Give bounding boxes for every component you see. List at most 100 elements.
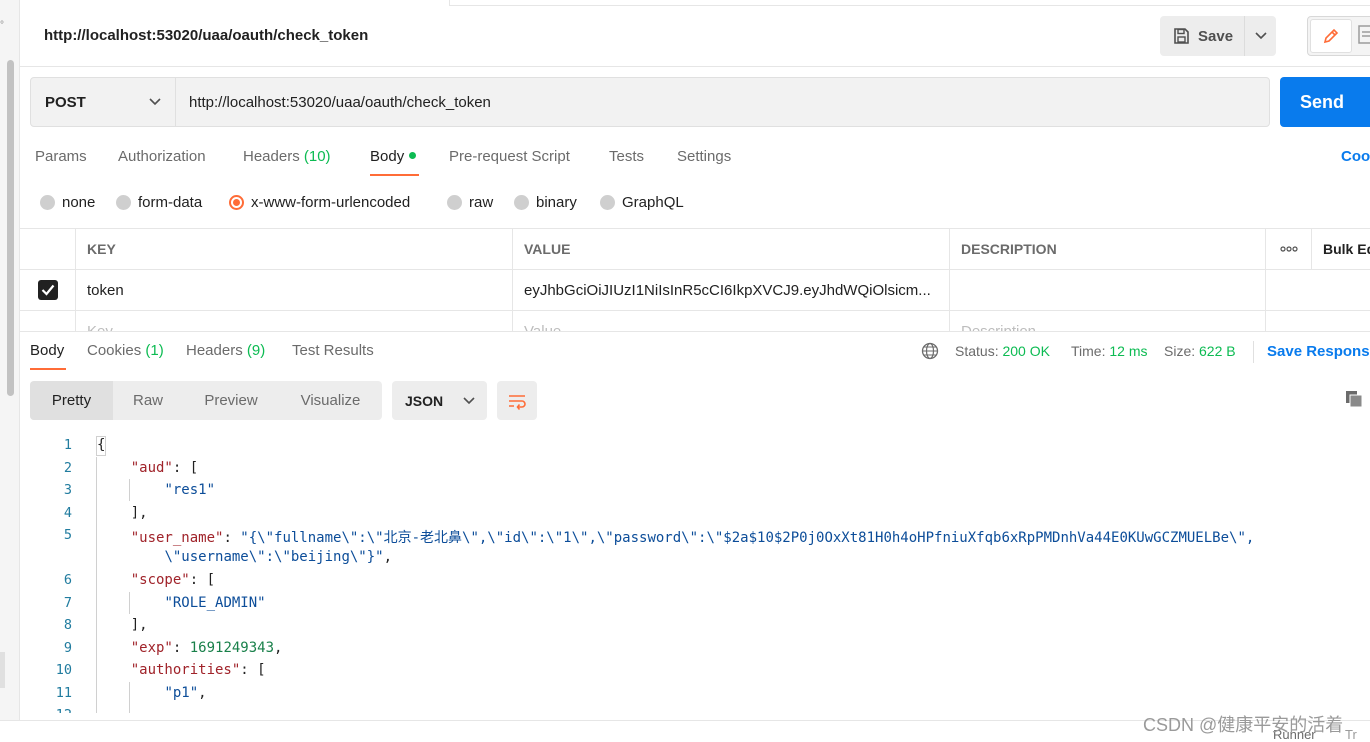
bulk-edit-button[interactable]: Bulk Edit [1312, 229, 1370, 269]
left-sidebar-strip: ° [0, 0, 20, 742]
request-title[interactable]: http://localhost:53020/uaa/oauth/check_t… [44, 27, 368, 44]
watermark: CSDN @健康平安的活着 [1143, 715, 1344, 735]
tab-tests[interactable]: Tests [609, 148, 644, 165]
size-label: Size: [1164, 343, 1196, 359]
code-line: \"username\":\"beijing\"}", [164, 549, 393, 565]
active-request-tab[interactable] [20, 0, 450, 6]
body-type-label: GraphQL [622, 194, 684, 211]
response-tab-headers-count: (9) [246, 342, 266, 359]
response-body-code[interactable]: 1 2 3 4 5 6 7 8 9 10 11 12 { "aud": [ "r… [20, 433, 1370, 713]
param-description[interactable] [950, 270, 1266, 310]
line-number: 7 [63, 595, 72, 611]
size-value: 622 B [1199, 343, 1236, 359]
tab-authorization[interactable]: Authorization [118, 148, 206, 165]
save-button-group: Save [1160, 16, 1276, 56]
json-key: "exp" [130, 640, 173, 656]
body-type-none[interactable]: none [40, 194, 95, 211]
json-string: "p1" [164, 685, 199, 701]
tab-headers-label: Headers [243, 148, 300, 165]
table-row: token eyJhbGciOiJIUzI1NiIsInR5cCI6IkpXVC… [20, 270, 1370, 311]
save-response-button[interactable]: Save Response [1267, 343, 1370, 360]
view-tab-raw[interactable]: Raw [113, 381, 183, 420]
response-tab-headers-label: Headers [186, 342, 243, 359]
copy-icon[interactable] [1345, 390, 1363, 408]
json-brace: { [97, 437, 106, 453]
json-string: "{\"fullname\":\"北京-老北鼻\",\"id\":\"1\",\… [240, 530, 1255, 546]
tab-headers-count: (10) [303, 148, 331, 165]
empty-checkbox-cell [20, 311, 76, 331]
line-number: 3 [63, 482, 72, 498]
body-type-raw[interactable]: raw [447, 194, 493, 211]
wrap-lines-button[interactable] [497, 381, 537, 420]
method-select[interactable]: POST [31, 78, 176, 126]
response-divider[interactable] [20, 331, 1370, 332]
code-line: "user_name": "{\"fullname\":\"北京-老北鼻\",\… [130, 530, 1255, 546]
status-label: Status: [955, 343, 999, 359]
line-number: 5 [63, 527, 72, 543]
sidebar-dot-icon: ° [0, 20, 4, 31]
body-params-table: KEY VALUE DESCRIPTION Bulk Edit token ey… [20, 228, 1370, 331]
param-value[interactable]: eyJhbGciOiJIUzI1NiIsInR5cCI6IkpXVCJ9.eyJ… [513, 270, 950, 310]
response-tab-cookies[interactable]: Cookies (1) [87, 342, 164, 359]
param-key[interactable]: token [76, 270, 513, 310]
code-line: { [97, 437, 105, 453]
value-input[interactable]: Value [513, 311, 950, 331]
tab-settings[interactable]: Settings [677, 148, 731, 165]
line-number: 4 [63, 505, 72, 521]
globe-icon[interactable] [921, 342, 939, 360]
size-readout[interactable]: Size: 622 B [1164, 343, 1236, 359]
trash-button[interactable]: Tr [1345, 727, 1357, 742]
view-tab-visualize[interactable]: Visualize [279, 381, 382, 420]
json-key: "aud" [130, 460, 173, 476]
chevron-down-icon [149, 98, 161, 106]
body-type-x-www-form-urlencoded[interactable]: x-www-form-urlencoded [229, 194, 410, 211]
tab-params[interactable]: Params [35, 148, 87, 165]
body-type-binary[interactable]: binary [514, 194, 577, 211]
tab-body[interactable]: Body [370, 148, 417, 165]
format-select[interactable]: JSON [392, 381, 487, 420]
time-readout[interactable]: Time: 12 ms [1071, 343, 1148, 359]
radio-icon [40, 195, 55, 210]
response-tab-headers[interactable]: Headers (9) [186, 342, 265, 359]
documentation-icon[interactable] [1358, 25, 1370, 45]
pencil-icon [1323, 28, 1339, 44]
edit-mode-button[interactable] [1310, 19, 1352, 53]
save-button[interactable]: Save [1160, 16, 1245, 56]
header-checkbox-cell [20, 229, 76, 269]
body-type-graphql[interactable]: GraphQL [600, 194, 684, 211]
header-description: DESCRIPTION [950, 229, 1266, 269]
line-number: 11 [55, 685, 72, 701]
key-input[interactable]: Key [76, 311, 513, 331]
sidebar-scrollbar[interactable] [7, 60, 14, 396]
body-type-label: none [62, 194, 96, 211]
status-readout[interactable]: Status: 200 OK [955, 343, 1050, 359]
format-value: JSON [405, 392, 444, 409]
more-options-icon[interactable] [1266, 229, 1312, 269]
send-button[interactable]: Send [1280, 77, 1370, 127]
response-tab-cookies-label: Cookies [87, 342, 142, 359]
line-number: 10 [55, 662, 72, 678]
cookies-link[interactable]: Cookies [1341, 148, 1370, 165]
header-divider [20, 66, 1370, 67]
code-line: ], [97, 617, 148, 633]
body-type-form-data[interactable]: form-data [116, 194, 202, 211]
description-input[interactable]: Description [950, 311, 1266, 331]
response-view-tabs: Pretty Raw Preview Visualize [30, 381, 382, 420]
tab-prerequest-script[interactable]: Pre-request Script [449, 148, 570, 165]
line-number: 12 [20, 707, 72, 713]
save-options-button[interactable] [1245, 16, 1276, 56]
status-divider [1253, 341, 1254, 363]
url-input[interactable]: http://localhost:53020/uaa/oauth/check_t… [176, 78, 1269, 126]
json-string: \"username\":\"beijing\"}" [164, 549, 384, 565]
chevron-down-icon [1254, 32, 1267, 40]
time-label: Time: [1071, 343, 1106, 359]
response-tab-test-results[interactable]: Test Results [292, 342, 374, 359]
response-tab-body[interactable]: Body [30, 342, 64, 359]
row-checkbox[interactable] [20, 270, 76, 310]
status-value: 200 OK [1002, 343, 1050, 359]
view-tab-preview[interactable]: Preview [183, 381, 279, 420]
tab-headers[interactable]: Headers (10) [243, 148, 331, 165]
body-type-label: x-www-form-urlencoded [251, 194, 411, 211]
view-tab-pretty[interactable]: Pretty [30, 381, 113, 420]
line-number: 6 [63, 572, 72, 588]
